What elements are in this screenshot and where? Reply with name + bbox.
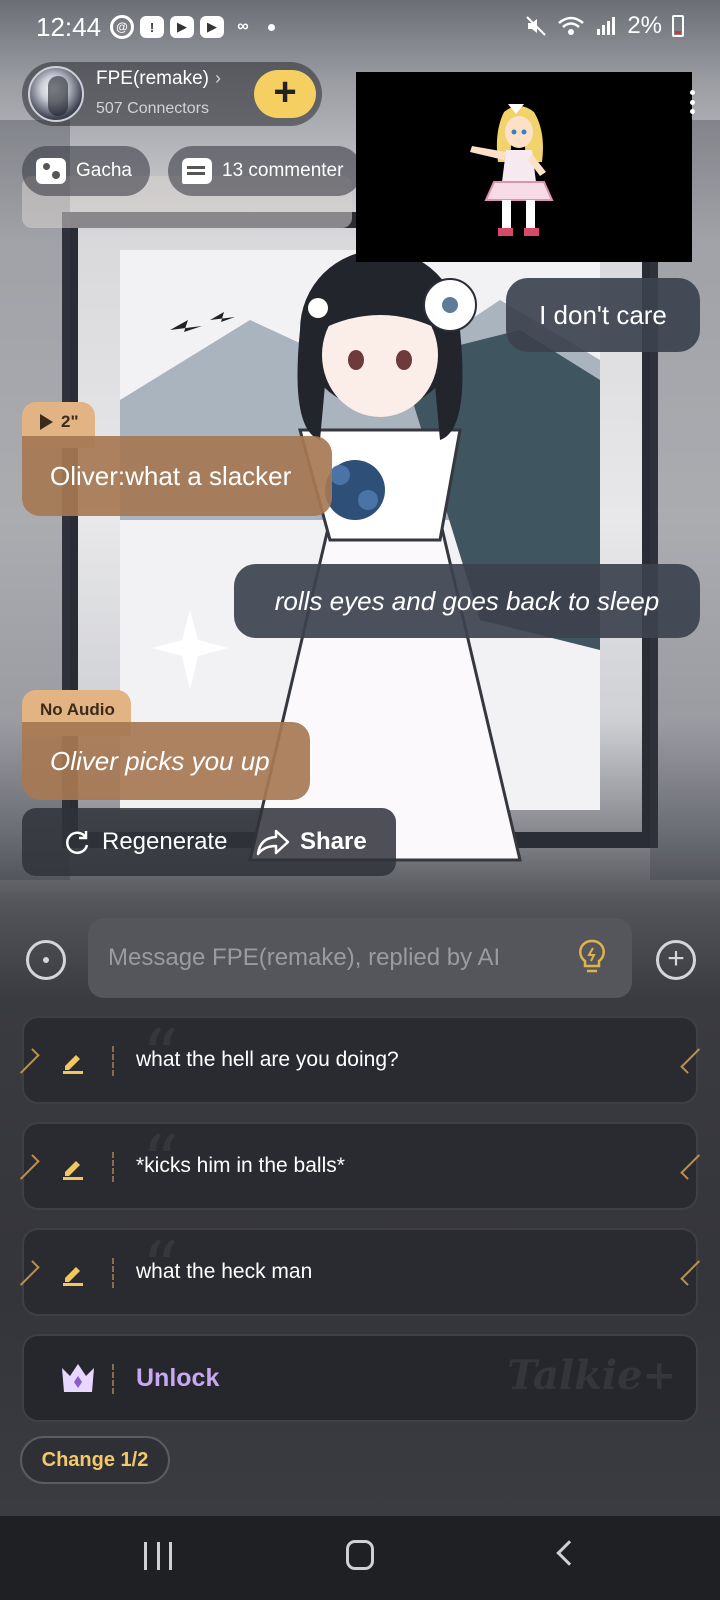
system-navigation-bar xyxy=(0,1516,720,1600)
voice-mode-button[interactable] xyxy=(26,940,66,980)
suggestion-reply[interactable]: “ *kicks him in the balls* xyxy=(14,1122,706,1210)
mute-icon xyxy=(526,16,547,36)
voicemail-icon: ∞ xyxy=(237,18,249,35)
dot-icon xyxy=(268,23,275,31)
attach-plus-button[interactable]: + xyxy=(656,940,696,980)
voice-icon xyxy=(43,957,49,963)
status-bar: 12:44 @ ! ▶ ▶ ∞ 2% xyxy=(0,0,720,56)
message-text: rolls eyes and goes back to sleep xyxy=(274,585,660,616)
battery-icon xyxy=(672,15,684,37)
unlock-label: Unlock xyxy=(136,1363,220,1392)
comments-chip[interactable]: 13 commenter xyxy=(168,146,362,196)
wifi-icon xyxy=(558,16,585,35)
share-icon xyxy=(256,829,290,856)
threads-icon: @ xyxy=(110,15,134,39)
unlock-talkie-plus-button[interactable]: Unlock Talkie+ xyxy=(22,1334,698,1422)
regenerate-button[interactable]: Regenerate xyxy=(62,808,227,876)
status-time: 12:44 xyxy=(36,12,102,42)
play-icon xyxy=(40,414,53,430)
suggestion-reply[interactable]: “ what the hell are you doing? xyxy=(14,1016,706,1104)
crown-icon xyxy=(62,1364,94,1392)
message-text: Oliver picks you up xyxy=(50,745,270,776)
character-sprite xyxy=(470,104,554,236)
youtube-icon: ▶ xyxy=(200,16,224,38)
user-message[interactable]: rolls eyes and goes back to sleep xyxy=(234,564,700,638)
share-label: Share xyxy=(300,828,367,855)
gacha-icon xyxy=(36,158,66,184)
recent-apps-icon[interactable] xyxy=(144,1542,172,1570)
gacha-label: Gacha xyxy=(76,160,132,181)
signal-icon xyxy=(597,17,616,35)
ai-message[interactable]: Oliver:what a slacker xyxy=(22,436,332,516)
message-text: I don't care xyxy=(539,299,667,330)
talkie-plus-watermark: Talkie+ xyxy=(507,1352,676,1399)
suggestion-text: what the hell are you doing? xyxy=(136,1048,399,1071)
message-input[interactable] xyxy=(108,918,548,998)
character-name: FPE(remake) › xyxy=(96,68,221,89)
chevron-right-icon: › xyxy=(214,68,221,88)
message-action-bar: Regenerate Share xyxy=(22,808,396,876)
system-icons: 2% xyxy=(525,12,684,40)
lightbulb-icon[interactable] xyxy=(576,938,608,978)
regenerate-icon xyxy=(66,831,89,855)
audio-status: No Audio xyxy=(40,700,115,719)
follow-button[interactable]: + xyxy=(254,70,316,118)
gacha-chip[interactable]: Gacha xyxy=(22,146,150,196)
user-message[interactable]: I don't care xyxy=(506,278,700,352)
message-input-box[interactable] xyxy=(88,918,632,998)
notification-icons: @ ! ▶ ▶ ∞ xyxy=(110,12,275,42)
audio-duration: 2" xyxy=(61,412,79,431)
suggestion-text: *kicks him in the balls* xyxy=(136,1154,345,1177)
share-button[interactable]: Share xyxy=(256,808,367,876)
more-menu-icon[interactable] xyxy=(690,90,696,114)
suggestion-text: what the heck man xyxy=(136,1260,313,1283)
suggestion-reply[interactable]: “ what the heck man xyxy=(14,1228,706,1316)
ai-message[interactable]: Oliver picks you up xyxy=(22,722,310,800)
edit-pencil-icon[interactable] xyxy=(60,1048,86,1074)
home-icon[interactable] xyxy=(346,1540,374,1570)
floating-sprite-overlay[interactable] xyxy=(356,72,692,262)
edit-pencil-icon[interactable] xyxy=(60,1154,86,1180)
edit-pencil-icon[interactable] xyxy=(60,1260,86,1286)
message-text: Oliver:what a slacker xyxy=(50,460,292,491)
change-suggestions-button[interactable]: Change 1/2 xyxy=(20,1436,170,1484)
alert-icon: ! xyxy=(140,16,164,38)
connectors-count: 507 Connectors xyxy=(96,100,209,117)
youtube-icon: ▶ xyxy=(170,16,194,38)
character-avatar[interactable] xyxy=(28,66,84,122)
comments-label: 13 commenter xyxy=(222,160,344,181)
battery-percent: 2% xyxy=(627,12,662,39)
comment-icon xyxy=(182,158,212,184)
regenerate-label: Regenerate xyxy=(102,828,228,855)
back-icon[interactable] xyxy=(556,1540,582,1566)
